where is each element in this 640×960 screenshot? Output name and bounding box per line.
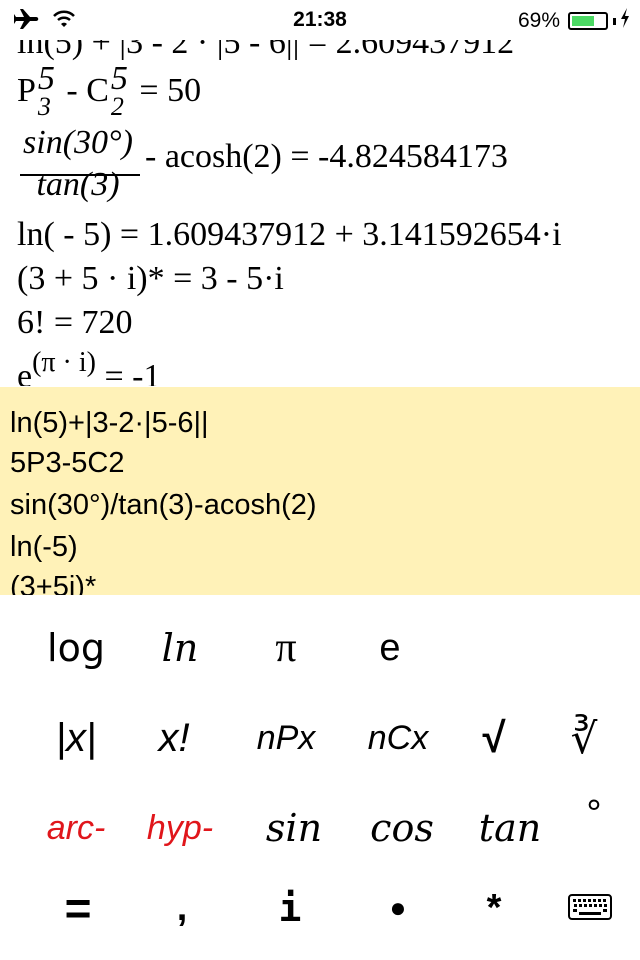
equals-key[interactable]: = bbox=[26, 868, 130, 948]
history-line: (3 + 5 · i)* = 3 - 5·i bbox=[17, 260, 284, 297]
history-line: P53 - C52 = 50 bbox=[17, 60, 202, 121]
cbrt-key[interactable]: ∛ bbox=[532, 698, 636, 778]
sqrt-key[interactable]: √ bbox=[442, 698, 546, 778]
cos-key[interactable]: cos bbox=[350, 788, 454, 868]
hyp-toggle-key[interactable]: hyp- bbox=[128, 788, 232, 868]
input-line: ln(5)+|3-2·|5-6|| bbox=[10, 407, 209, 439]
factorial-key[interactable]: x! bbox=[122, 698, 226, 778]
log-key[interactable]: log bbox=[24, 608, 128, 688]
charging-bolt-icon bbox=[620, 8, 630, 34]
conjugate-key[interactable]: * bbox=[442, 868, 546, 948]
input-line: ln(-5) bbox=[10, 531, 78, 563]
degree-key[interactable]: ° bbox=[542, 774, 640, 854]
sin-key[interactable]: sin bbox=[242, 788, 346, 868]
history-line: 6! = 720 bbox=[17, 304, 133, 341]
expression-input[interactable]: ln(5)+|3-2·|5-6|| 5P3-5C2 sin(30°)/tan(3… bbox=[0, 387, 640, 595]
history-line: sin(30°) tan(3) - acosh(2) = -4.82458417… bbox=[17, 124, 508, 204]
e-key[interactable]: e bbox=[338, 608, 442, 688]
input-line: 5P3-5C2 bbox=[10, 447, 125, 479]
function-keypad: log ln π e |x| x! nPx nCx √ ∛ arc- hyp- … bbox=[0, 596, 640, 960]
status-bar: 21:38 69% bbox=[0, 0, 640, 40]
ncx-key[interactable]: nCx bbox=[346, 698, 450, 778]
battery-icon bbox=[568, 12, 608, 30]
input-line: (3+5i)* bbox=[10, 571, 97, 595]
abs-key[interactable]: |x| bbox=[24, 698, 128, 778]
pi-key[interactable]: π bbox=[234, 608, 338, 688]
battery-percent: 69% bbox=[517, 9, 560, 32]
history-line: e(π · i) = -1 bbox=[17, 347, 161, 386]
keyboard-toggle-button[interactable] bbox=[538, 868, 640, 948]
npx-key[interactable]: nPx bbox=[234, 698, 338, 778]
history-line: ln( - 5) = 1.609437912 + 3.141592654·i bbox=[17, 216, 562, 253]
result-history[interactable]: ln(5) + |3 - 2 · |5 - 6|| = 2.609437912 … bbox=[0, 30, 640, 386]
ln-key[interactable]: ln bbox=[128, 608, 232, 688]
imaginary-i-key[interactable]: i bbox=[238, 868, 342, 948]
keyboard-icon bbox=[568, 887, 612, 930]
input-line: sin(30°)/tan(3)-acosh(2) bbox=[10, 489, 317, 521]
comma-key[interactable]: , bbox=[130, 868, 234, 948]
arc-toggle-key[interactable]: arc- bbox=[24, 788, 128, 868]
multiply-dot-key[interactable]: ● bbox=[346, 868, 450, 948]
